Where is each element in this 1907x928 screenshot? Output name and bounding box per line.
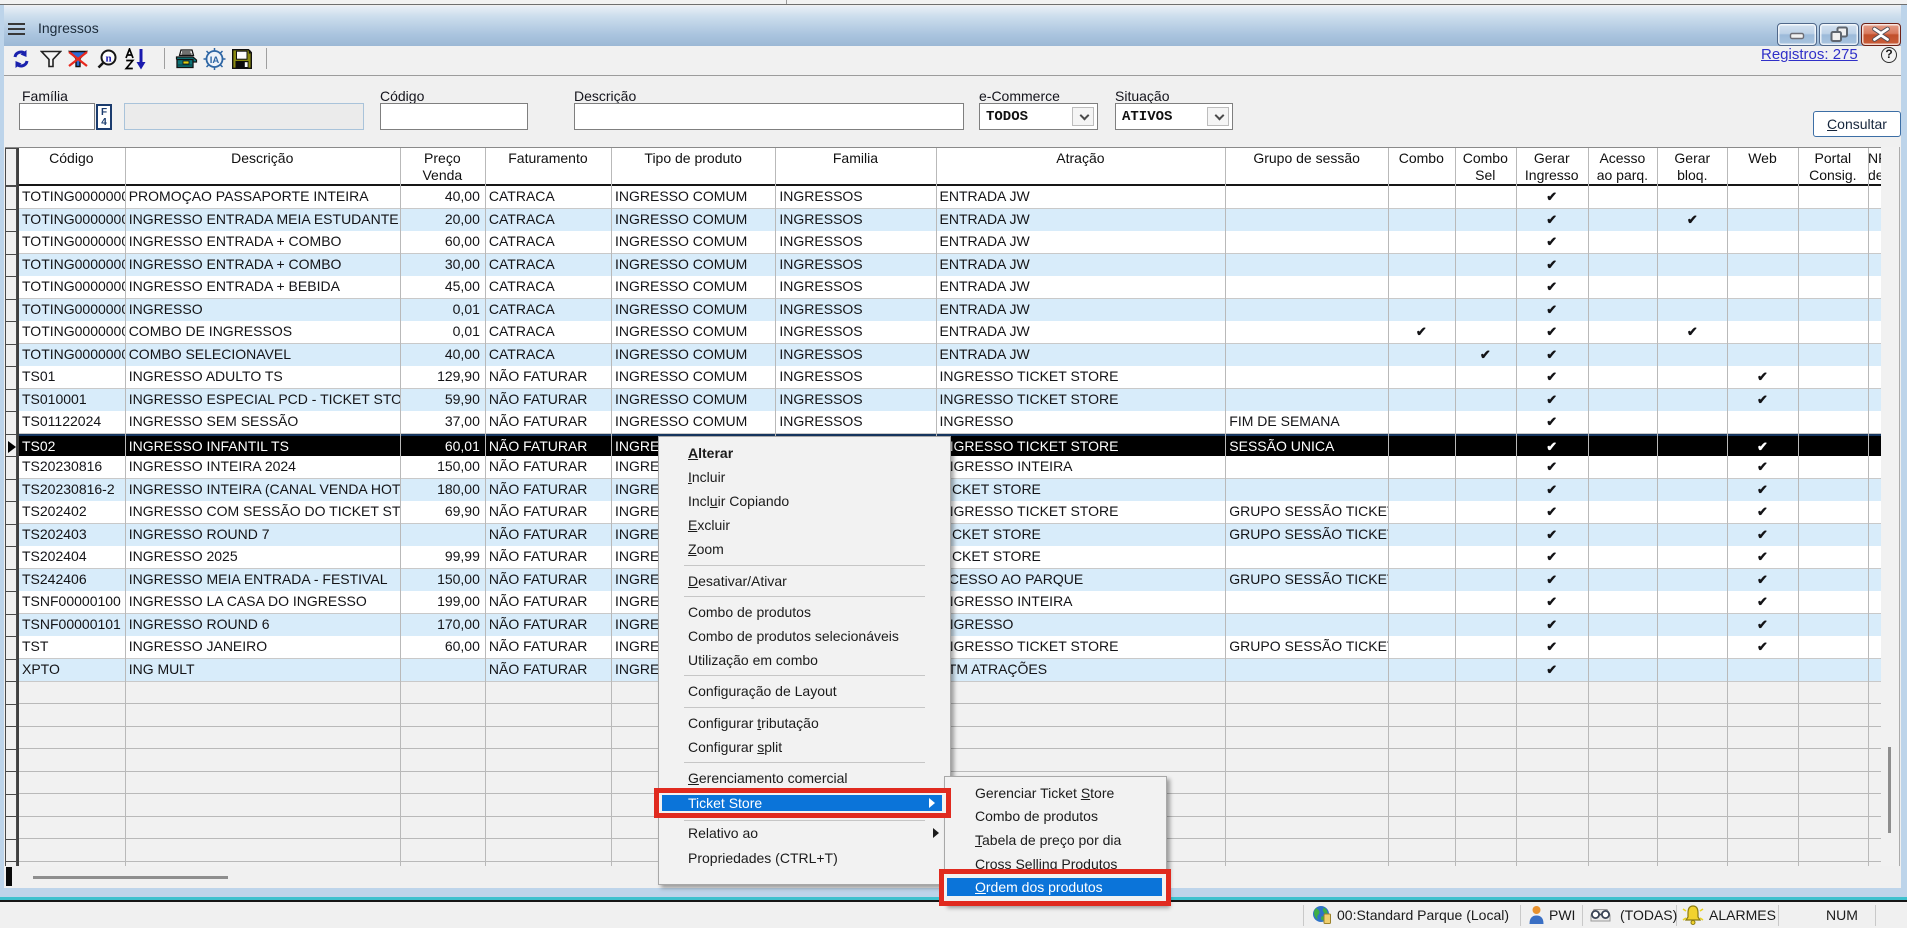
svg-text:IA: IA <box>210 55 220 66</box>
svg-text:n: n <box>105 53 111 65</box>
